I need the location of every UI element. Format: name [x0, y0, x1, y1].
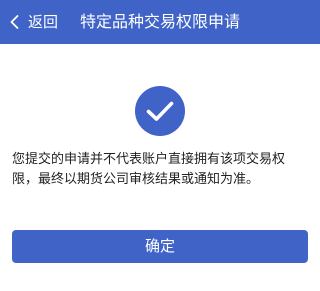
confirm-button[interactable]: 确定	[12, 230, 308, 263]
check-circle-icon	[135, 86, 185, 136]
back-label: 返回	[28, 13, 59, 31]
top-bar: 返回 特定品种交易权限申请	[0, 0, 320, 44]
back-button[interactable]: 返回	[6, 0, 58, 44]
chevron-left-icon	[10, 15, 19, 29]
notice-message: 您提交的申请并不代表账户直接拥有该项交易权限，最终以期货公司审核结果或通知为准。	[12, 152, 286, 187]
